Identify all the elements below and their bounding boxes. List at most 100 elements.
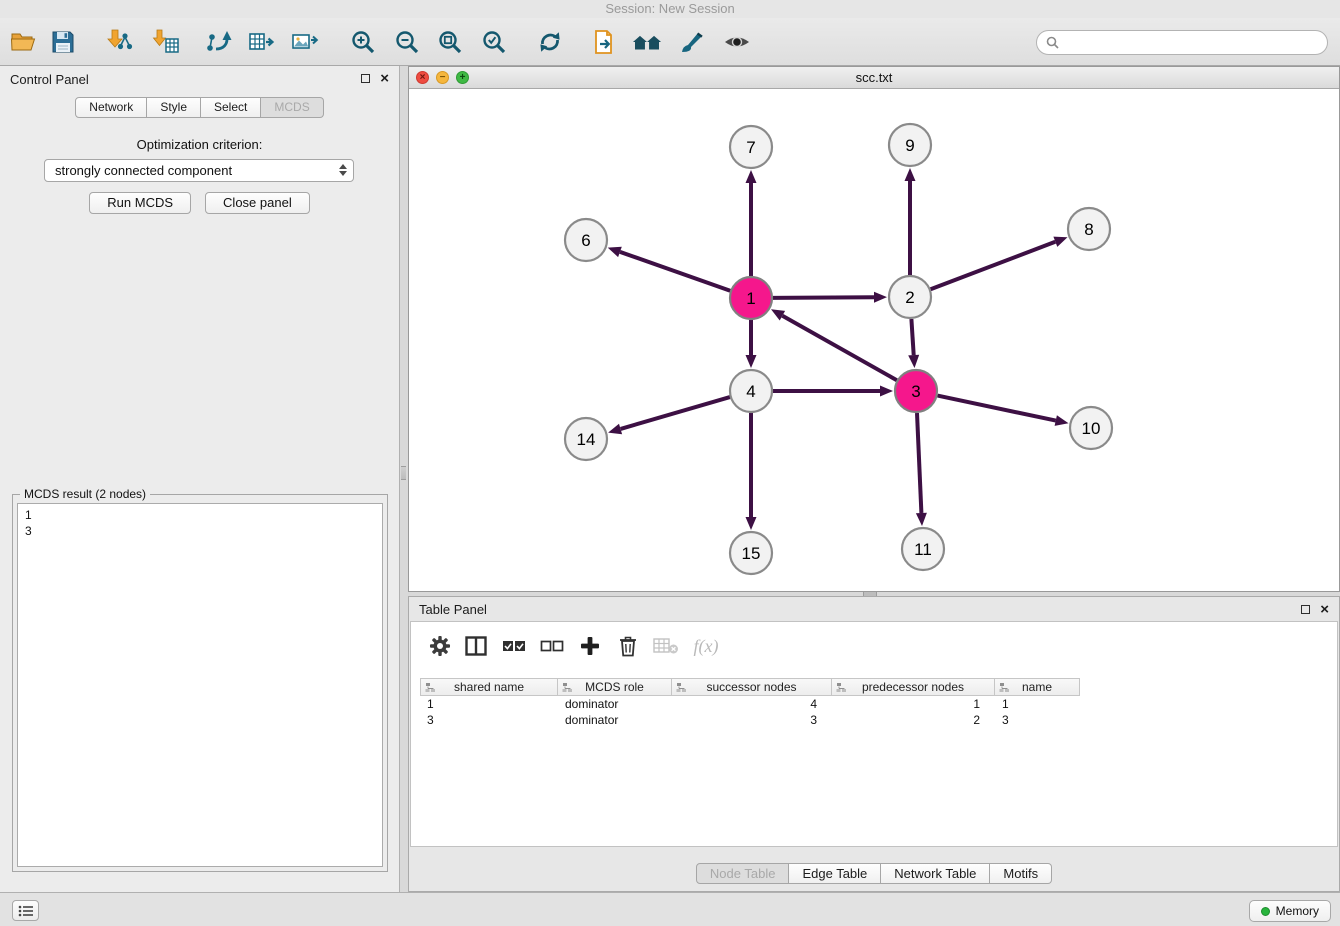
column-header-label: predecessor nodes [862, 680, 964, 694]
save-session-button[interactable] [48, 28, 78, 56]
graph-edge-3-1[interactable] [782, 316, 896, 381]
graph-node-11[interactable]: 11 [902, 528, 944, 570]
table-settings-button[interactable] [425, 634, 455, 658]
document-share-icon [592, 29, 618, 55]
graph-node-3[interactable]: 3 [895, 370, 937, 412]
network-view-window: × − + scc.txt 7 9 6 8 1 2 4 3 14 10 15 11 [408, 66, 1340, 592]
table-cell: 4 [672, 696, 832, 712]
graph-edge-1-6[interactable] [620, 252, 730, 291]
search-field [1036, 30, 1328, 55]
search-input[interactable] [1065, 35, 1318, 50]
close-panel-icon[interactable]: × [1320, 604, 1329, 615]
home-button[interactable] [632, 28, 662, 56]
tab-network[interactable]: Network [75, 97, 147, 118]
table-tab-network-table[interactable]: Network Table [881, 863, 990, 884]
zoom-fit-button[interactable] [435, 28, 465, 56]
function-icon: f(x) [694, 636, 719, 657]
graph-edge-1-2[interactable] [773, 297, 874, 298]
export-web-page-button[interactable] [590, 28, 620, 56]
table-tab-motifs[interactable]: Motifs [990, 863, 1052, 884]
optimization-criterion-value: strongly connected component [55, 163, 232, 178]
zoom-out-button[interactable] [392, 28, 422, 56]
run-mcds-button[interactable]: Run MCDS [89, 192, 191, 214]
graph-edge-2-8[interactable] [931, 242, 1056, 289]
split-columns-button[interactable] [461, 634, 491, 658]
task-history-button[interactable] [12, 900, 39, 921]
control-panel-tabs: NetworkStyleSelectMCDS [0, 97, 399, 118]
graph-edge-arrowhead [608, 424, 622, 435]
graph-node-6[interactable]: 6 [565, 219, 607, 261]
window-titlebar: Session: New Session [0, 0, 1340, 18]
open-folder-icon [10, 30, 36, 54]
table-cell: dominator [558, 696, 672, 712]
control-panel: Control Panel × NetworkStyleSelectMCDS O… [0, 66, 400, 892]
column-type-icon [836, 682, 847, 693]
table-row[interactable]: 1dominator411 [420, 696, 1080, 712]
column-header-label: name [1022, 680, 1052, 694]
refresh-button[interactable] [535, 28, 565, 56]
delete-column-button[interactable] [613, 634, 643, 658]
close-panel-icon[interactable]: × [380, 73, 389, 84]
tab-style[interactable]: Style [147, 97, 201, 118]
mcds-result-line: 1 [25, 507, 375, 523]
minimize-window-icon[interactable]: − [436, 71, 449, 84]
close-panel-button[interactable]: Close panel [205, 192, 310, 214]
graph-edge-2-3[interactable] [911, 319, 913, 355]
optimization-criterion-select[interactable]: strongly connected component [44, 159, 354, 182]
deselect-all-columns-button[interactable] [537, 634, 567, 658]
graph-edge-4-14[interactable] [621, 397, 730, 429]
column-header-name[interactable]: name [995, 678, 1080, 696]
paint-style-button[interactable] [677, 28, 707, 56]
export-image-button[interactable] [290, 28, 320, 56]
column-header-shared-name[interactable]: shared name [420, 678, 558, 696]
open-session-button[interactable] [8, 28, 38, 56]
function-builder-button[interactable]: f(x) [691, 634, 721, 658]
zoom-window-icon[interactable]: + [456, 71, 469, 84]
delete-table-button[interactable] [651, 634, 681, 658]
import-network-button[interactable] [104, 28, 134, 56]
vertical-splitter[interactable] [400, 66, 408, 892]
table-cell: 1 [420, 696, 558, 712]
trash-icon [618, 635, 638, 657]
float-panel-icon[interactable] [361, 74, 370, 83]
add-column-button[interactable] [575, 634, 605, 658]
zoom-in-button[interactable] [348, 28, 378, 56]
graph-node-label: 14 [577, 430, 596, 449]
float-panel-icon[interactable] [1301, 605, 1310, 614]
graph-node-10[interactable]: 10 [1070, 407, 1112, 449]
graph-node-2[interactable]: 2 [889, 276, 931, 318]
graph-edge-arrowhead [908, 355, 919, 368]
graph-node-1[interactable]: 1 [730, 277, 772, 319]
network-window-titlebar[interactable]: × − + scc.txt [409, 67, 1339, 89]
tab-mcds[interactable]: MCDS [261, 97, 323, 118]
splitter-grip[interactable] [401, 466, 406, 480]
graph-node-9[interactable]: 9 [889, 124, 931, 166]
status-bar: Memory [0, 892, 1340, 926]
memory-button[interactable]: Memory [1249, 900, 1331, 922]
table-row[interactable]: 3dominator323 [420, 712, 1080, 728]
graph-edge-3-10[interactable] [938, 396, 1056, 421]
tab-select[interactable]: Select [201, 97, 261, 118]
import-table-button[interactable] [150, 28, 180, 56]
select-all-columns-button[interactable] [499, 634, 529, 658]
graph-node-14[interactable]: 14 [565, 418, 607, 460]
refresh-icon [537, 29, 563, 55]
graph-edge-3-11[interactable] [917, 413, 921, 513]
zoom-selected-button[interactable] [479, 28, 509, 56]
graph-node-15[interactable]: 15 [730, 532, 772, 574]
export-network-button[interactable] [204, 28, 234, 56]
column-header-successor-nodes[interactable]: successor nodes [672, 678, 832, 696]
export-table-button[interactable] [247, 28, 277, 56]
network-canvas[interactable]: 7 9 6 8 1 2 4 3 14 10 15 11 [409, 89, 1339, 591]
close-window-icon[interactable]: × [416, 71, 429, 84]
graph-edge-arrowhead [746, 170, 757, 183]
table-tab-edge-table[interactable]: Edge Table [789, 863, 881, 884]
column-header-MCDS-role[interactable]: MCDS role [558, 678, 672, 696]
graph-node-4[interactable]: 4 [730, 370, 772, 412]
graph-node-7[interactable]: 7 [730, 126, 772, 168]
table-tab-node-table[interactable]: Node Table [696, 863, 790, 884]
column-header-predecessor-nodes[interactable]: predecessor nodes [832, 678, 995, 696]
graph-node-8[interactable]: 8 [1068, 208, 1110, 250]
toggle-visibility-button[interactable] [722, 28, 752, 56]
plus-icon [579, 635, 601, 657]
